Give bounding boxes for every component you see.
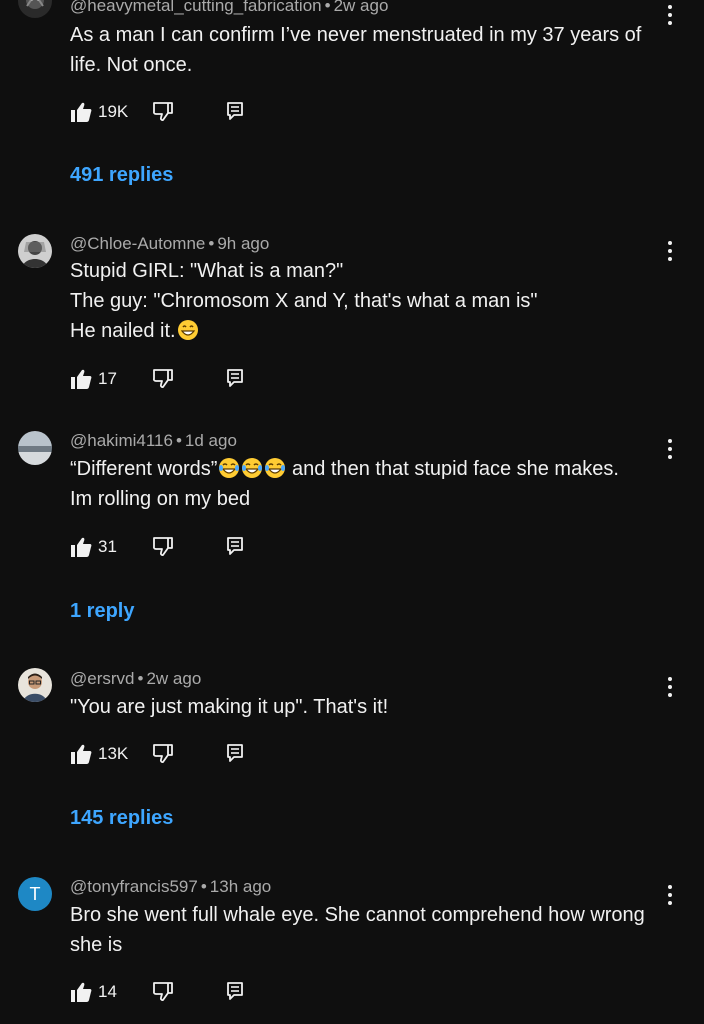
comment-text: As a man I can confirm I’ve never menstr… [70, 20, 660, 80]
like-count: 14 [98, 982, 117, 1001]
comment-text-line: The guy: "Chromosom X and Y, that's what… [70, 290, 538, 312]
author-name[interactable]: @Chloe-Automne [70, 234, 205, 253]
reply-button[interactable] [226, 536, 244, 561]
thumbs-down-icon [152, 744, 173, 763]
comment-text: Bro she went full whale eye. She cannot … [70, 900, 660, 960]
author-avatar[interactable] [18, 234, 52, 268]
comment-text-line: As a man I can confirm I’ve never menstr… [70, 24, 642, 46]
comment-text-line: "You are just making it up". That's it! [70, 696, 389, 718]
separator-dot: • [175, 431, 182, 450]
like-count: 13K [98, 744, 129, 763]
comment-text-line: Stupid GIRL: "What is a man?" [70, 260, 344, 282]
author-avatar[interactable] [18, 0, 52, 18]
reply-comment-icon [227, 369, 243, 387]
thumbs-up-icon [71, 744, 92, 764]
comment-text-line: she is [70, 934, 123, 956]
comment-meta: @tonyfrancis597 • 13h ago [70, 877, 271, 897]
more-options-icon[interactable] [660, 674, 680, 700]
like-count: 17 [98, 369, 117, 388]
reply-button[interactable] [226, 101, 244, 126]
reply-comment-icon [227, 537, 243, 555]
dislike-button[interactable] [152, 980, 174, 1007]
comment-time[interactable]: 2w ago [334, 0, 389, 15]
reply-comment-icon [227, 102, 243, 120]
separator-dot: • [200, 877, 207, 896]
comment-text-line: life. Not once. [70, 54, 193, 76]
separator-dot: • [137, 669, 144, 688]
comment-text-segment: “Different words” [70, 458, 218, 480]
comment-text-line: Im rolling on my bed [70, 488, 251, 510]
comment-actions: 17 [70, 366, 270, 392]
view-replies-link[interactable]: 491 replies [70, 164, 173, 187]
comment-time[interactable]: 1d ago [185, 431, 237, 450]
like-button[interactable]: 17 [70, 366, 117, 392]
comment-actions: 13K [70, 741, 270, 767]
comment-meta: @Chloe-Automne • 9h ago [70, 234, 269, 254]
thumbs-down-icon [152, 102, 173, 121]
comment-actions: 31 [70, 534, 270, 560]
comment-actions: 19K [70, 99, 270, 125]
like-button[interactable]: 13K [70, 741, 128, 767]
grinning-face-emoji [177, 320, 198, 340]
like-count: 31 [98, 537, 117, 556]
view-replies-link[interactable]: 1 reply [70, 600, 134, 623]
more-options-icon[interactable] [660, 882, 680, 908]
comment-meta: @heavymetal_cutting_fabrication • 2w ago [70, 0, 388, 16]
author-avatar[interactable]: T [18, 877, 52, 911]
thumbs-up-icon [71, 537, 92, 557]
comment-meta: @hakimi4116 • 1d ago [70, 431, 237, 451]
comment-text-line: “Different words” and then that stupid f… [70, 454, 660, 484]
thumbs-down-icon [152, 982, 173, 1001]
comment-text-segment: He nailed it. [70, 320, 176, 342]
comment-text: "You are just making it up". That's it! [70, 692, 660, 722]
comment-text-line: Bro she went full whale eye. She cannot … [70, 904, 645, 926]
thumbs-down-icon [152, 369, 173, 388]
comment-actions: 14 [70, 979, 270, 1005]
like-button[interactable]: 31 [70, 534, 117, 560]
dislike-button[interactable] [152, 742, 174, 769]
like-count: 19K [98, 102, 129, 121]
reply-button[interactable] [226, 368, 244, 393]
comment-text-segment: and then that stupid face she makes. [286, 458, 619, 480]
thumbs-up-icon [71, 369, 92, 389]
view-replies-link[interactable]: 145 replies [70, 807, 173, 830]
author-avatar[interactable] [18, 668, 52, 702]
thumbs-up-icon [71, 982, 92, 1002]
separator-dot: • [324, 0, 331, 15]
tears-of-joy-emoji [242, 458, 263, 478]
comment-text-line: He nailed it. [70, 316, 660, 346]
comment-time[interactable]: 13h ago [210, 877, 271, 896]
author-name[interactable]: @tonyfrancis597 [70, 877, 198, 896]
dislike-button[interactable] [152, 100, 174, 127]
author-name[interactable]: @heavymetal_cutting_fabrication [70, 0, 322, 15]
comment-time[interactable]: 2w ago [146, 669, 201, 688]
dislike-button[interactable] [152, 367, 174, 394]
like-button[interactable]: 19K [70, 99, 128, 125]
reply-button[interactable] [226, 981, 244, 1006]
dislike-button[interactable] [152, 535, 174, 562]
thumbs-up-icon [71, 102, 92, 122]
reply-comment-icon [227, 744, 243, 762]
author-avatar[interactable] [18, 431, 52, 465]
comment-meta: @ersrvd • 2w ago [70, 669, 201, 689]
tears-of-joy-emoji [265, 458, 286, 478]
more-options-icon[interactable] [660, 238, 680, 264]
more-options-icon[interactable] [660, 436, 680, 462]
author-name[interactable]: @ersrvd [70, 669, 135, 688]
reply-comment-icon [227, 982, 243, 1000]
comment-time[interactable]: 9h ago [217, 234, 269, 253]
tears-of-joy-emoji [219, 458, 240, 478]
comment-text: “Different words” and then that stupid f… [70, 454, 660, 514]
more-options-icon[interactable] [660, 2, 680, 28]
reply-button[interactable] [226, 743, 244, 768]
thumbs-down-icon [152, 537, 173, 556]
author-name[interactable]: @hakimi4116 [70, 431, 173, 450]
separator-dot: • [208, 234, 215, 253]
like-button[interactable]: 14 [70, 979, 117, 1005]
comment-text: Stupid GIRL: "What is a man?" The guy: "… [70, 256, 660, 346]
